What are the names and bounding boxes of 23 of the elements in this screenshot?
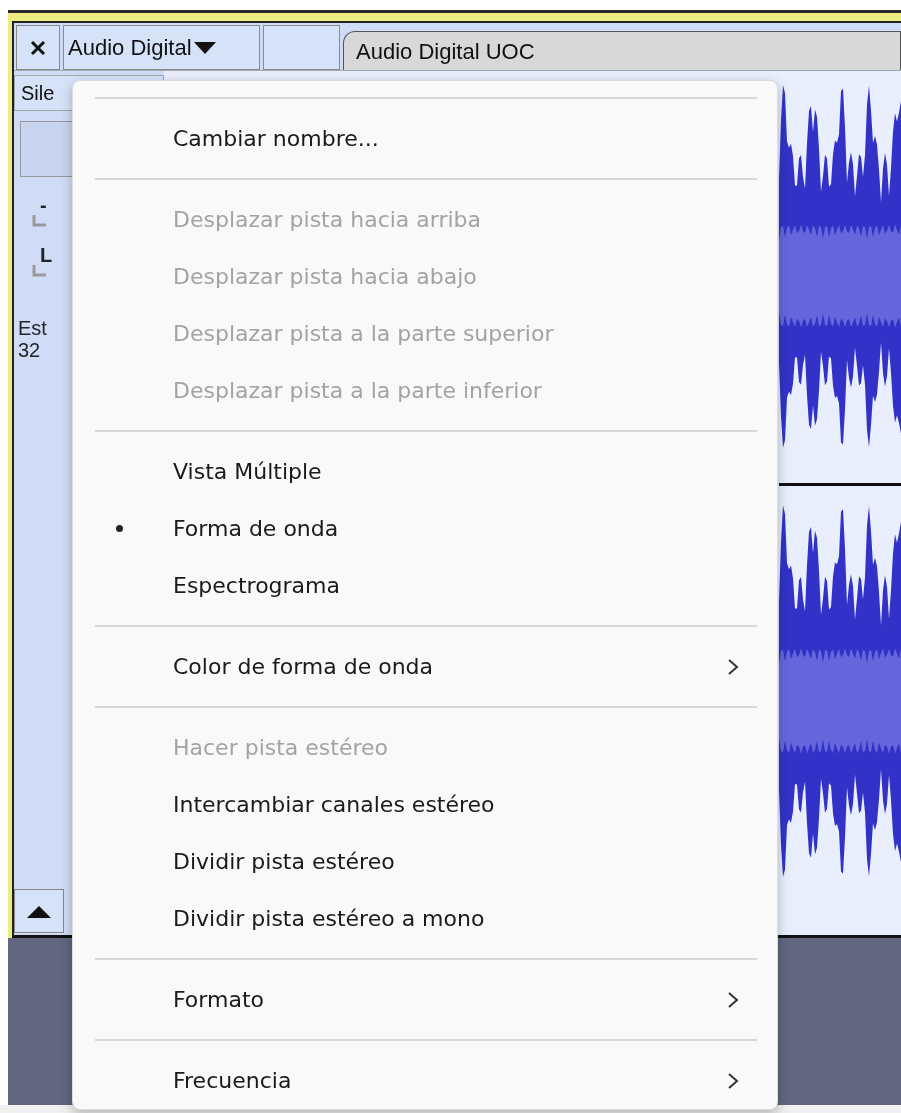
track-info-text: Est: [18, 317, 48, 339]
slider-tick-icon: [32, 215, 46, 227]
up-arrow-icon: [27, 904, 51, 918]
menu-item[interactable]: Espectrograma: [73, 557, 777, 614]
menu-item[interactable]: Frecuencia: [73, 1052, 777, 1109]
menu-item[interactable]: Formato: [73, 971, 777, 1028]
menu-item[interactable]: Vista Múltiple: [73, 443, 777, 500]
track-title-tab[interactable]: Audio Digital UOC: [343, 31, 901, 70]
track-info-text: 32: [18, 339, 42, 361]
collapse-button[interactable]: [14, 889, 64, 933]
gain-label: -: [40, 195, 47, 215]
menu-item[interactable]: Dividir pista estéreo: [73, 833, 777, 890]
menu-item[interactable]: Cambiar nombre...: [73, 110, 777, 167]
close-button[interactable]: [16, 25, 60, 70]
menu-item[interactable]: Color de forma de onda: [73, 638, 777, 695]
pan-label: L: [40, 245, 53, 265]
menu-item[interactable]: Forma de onda: [73, 500, 777, 557]
slider-tick-icon: [32, 265, 46, 277]
caret-icon: [193, 40, 216, 55]
menu-item[interactable]: Dividir pista estéreo a mono: [73, 890, 777, 947]
close-icon: [29, 38, 47, 57]
track-name-dropdown[interactable]: Audio Digital: [63, 25, 260, 70]
menu-item[interactable]: Intercambiar canales estéreo: [73, 776, 777, 833]
